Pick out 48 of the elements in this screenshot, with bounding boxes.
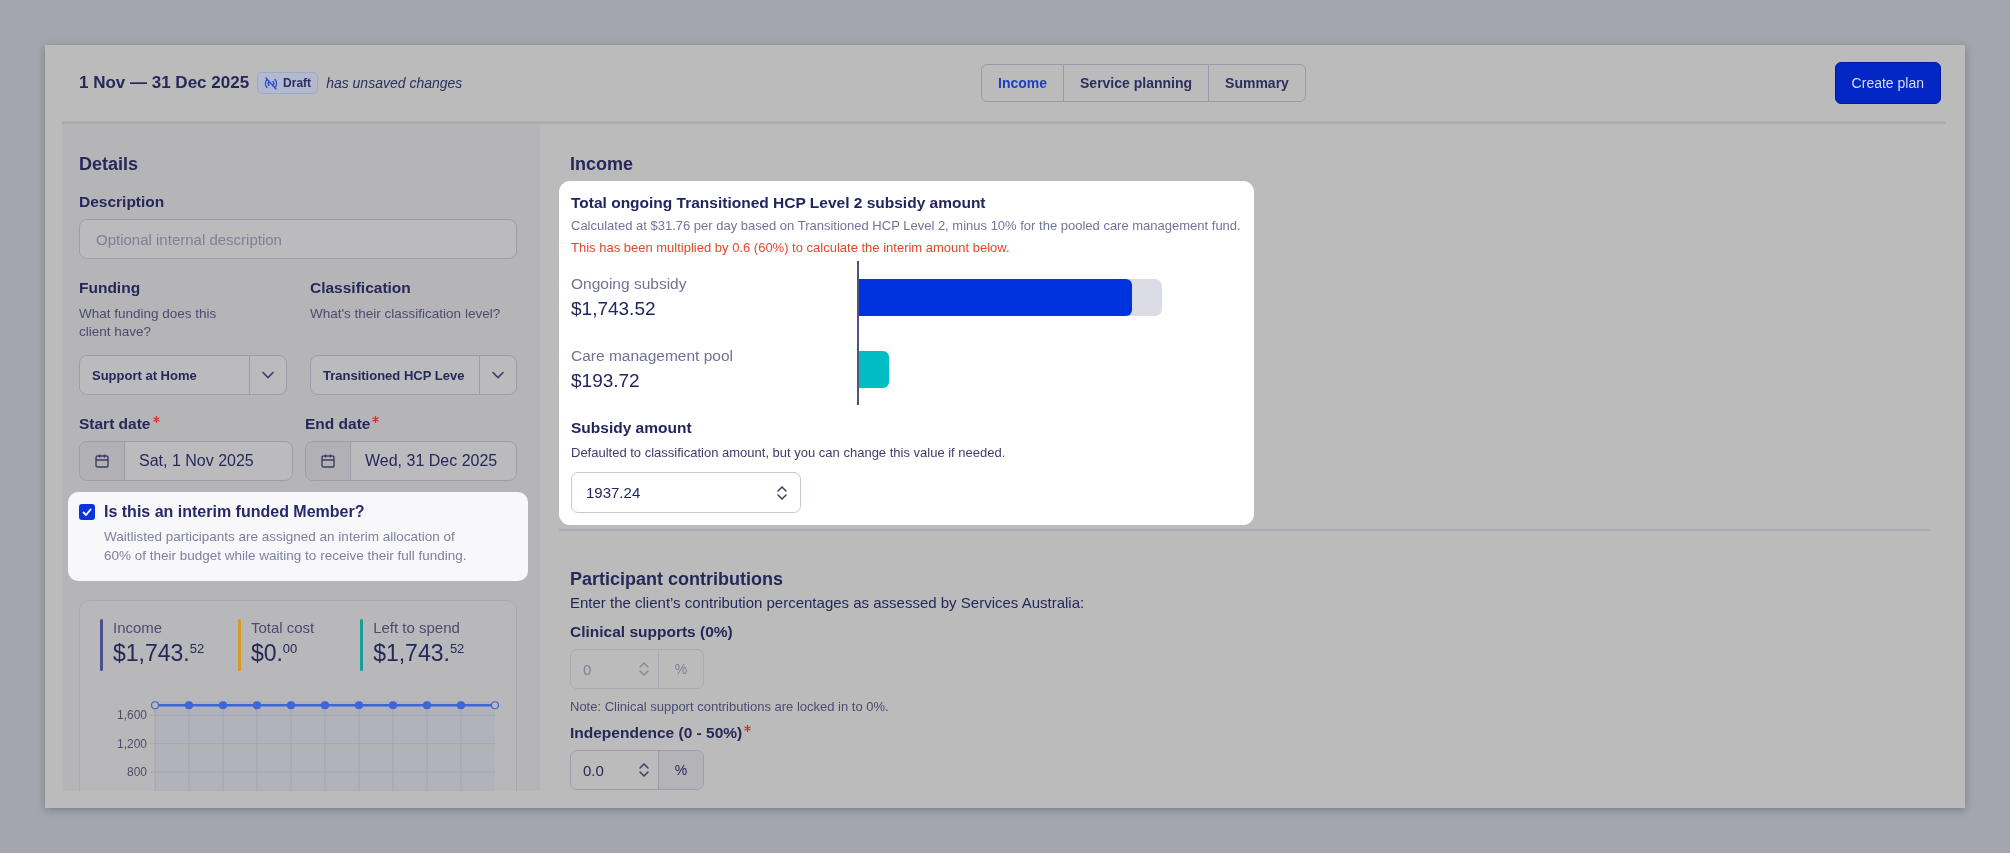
bar-label: Ongoing subsidy bbox=[571, 274, 688, 293]
tab[interactable]: Income bbox=[982, 65, 1063, 101]
subsidy-input[interactable]: 1937.24 bbox=[571, 472, 801, 513]
field-label: Description bbox=[79, 193, 165, 211]
stat-value: $0.$^{00}$ bbox=[250, 640, 299, 667]
field-label: Funding bbox=[79, 279, 141, 297]
stat-label: Income bbox=[113, 619, 164, 636]
field-label: Classification bbox=[310, 279, 411, 297]
stat-value: $1,743.$^{52}$ bbox=[113, 640, 205, 667]
card-title: Total ongoing Transitioned HCP Level 2 subsidy amount bbox=[571, 194, 987, 212]
stat-label: Total cost bbox=[250, 619, 315, 636]
field-help: What funding does this client have? bbox=[79, 305, 218, 341]
section-help: Enter the client’s contribution percentages as assessed by Services Australia: bbox=[570, 594, 1086, 611]
date-field[interactable]: Wed, 31 Dec 2025 bbox=[305, 441, 517, 481]
field-label: End date bbox=[305, 415, 371, 433]
field-help: What's their classification level? bbox=[310, 305, 502, 323]
field-label: Independence (0 - 50%) bbox=[570, 724, 743, 742]
section-title: Income bbox=[570, 154, 635, 175]
funding-select[interactable]: Support at Home bbox=[79, 355, 287, 395]
field-label: Start date bbox=[79, 415, 151, 433]
bar-value: $193.72 bbox=[571, 369, 641, 392]
stat-label: Left to spend bbox=[373, 619, 461, 636]
tab[interactable]: Service planning bbox=[1063, 65, 1209, 101]
classification-select[interactable]: Transitioned HCP Leve bbox=[310, 355, 517, 395]
calculation-note: Calculated at $31.76 per day based on Transitioned HCP Level 2, minus 10% for the pooled care management fund. bbox=[571, 218, 1242, 233]
bar-label: Care management pool bbox=[571, 346, 734, 365]
bar-value: $1,743.52 bbox=[571, 297, 657, 320]
percent-input[interactable]: 0.0 % bbox=[570, 750, 704, 790]
status-badge: Draft bbox=[257, 72, 319, 94]
create-plan-button[interactable]: Create plan bbox=[1834, 62, 1941, 104]
unsaved-note: has unsaved changes bbox=[326, 75, 463, 91]
plan-period: 1 Nov — 31 Dec 2025 bbox=[79, 73, 250, 93]
date-field[interactable]: Sat, 1 Nov 2025 bbox=[79, 441, 293, 481]
field-help: Defaulted to classification amount, but you can change this value if needed. bbox=[571, 445, 1007, 460]
warning-note: This has been multiplied by 0.6 (60%) to calculate the interim amount below. bbox=[571, 240, 1011, 255]
axis-tick-label: 1,600 bbox=[116, 708, 147, 723]
axis-tick-label: 1,200 bbox=[116, 736, 147, 751]
section-title: Participant contributions bbox=[570, 569, 784, 590]
field-note: Note: Clinical support contributions are locked in to 0%. bbox=[570, 699, 890, 714]
field-label: Subsidy amount bbox=[571, 419, 693, 437]
description-field[interactable]: Optional internal description bbox=[79, 219, 517, 259]
stat-value: $1,743.$^{52}$ bbox=[373, 640, 465, 667]
field-label: Clinical supports (0%) bbox=[570, 623, 733, 641]
axis-tick-label: 800 bbox=[126, 765, 147, 780]
tab[interactable]: Summary bbox=[1208, 65, 1305, 101]
checkbox-help: Waitlisted participants are assigned an interim allocation of 60% of their budget while waiting to receive their full funding. bbox=[104, 528, 468, 565]
section-title: Details bbox=[79, 154, 140, 175]
checkbox-label: Is this an interim funded Member? bbox=[104, 503, 365, 521]
